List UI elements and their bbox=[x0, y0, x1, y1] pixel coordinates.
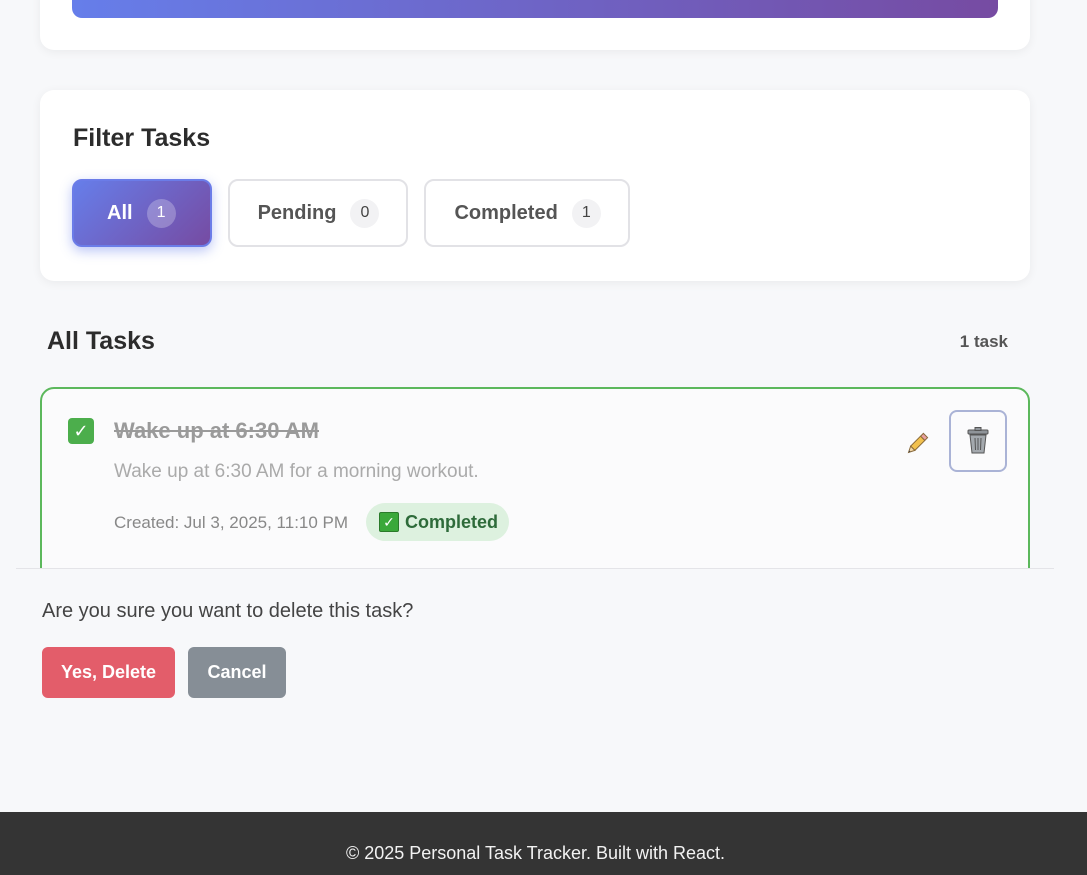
add-task-submit-button[interactable] bbox=[72, 0, 998, 18]
filter-completed-button[interactable]: Completed 1 bbox=[424, 179, 630, 247]
task-item: ✓ Wake up at 6:30 AM Wake up at 6:30 AM … bbox=[40, 387, 1030, 568]
add-task-card bbox=[40, 0, 1030, 50]
filter-pending-count: 0 bbox=[350, 198, 380, 228]
footer: © 2025 Personal Task Tracker. Built with… bbox=[0, 812, 1087, 875]
pencil-icon bbox=[907, 432, 929, 454]
task-created-date: Created: Jul 3, 2025, 11:10 PM bbox=[114, 513, 349, 532]
filter-card: Filter Tasks All 1 Pending 0 Completed 1 bbox=[40, 90, 1030, 281]
divider bbox=[16, 568, 1054, 569]
filter-completed-count: 1 bbox=[571, 198, 601, 228]
delete-confirm-message: Are you sure you want to delete this tas… bbox=[42, 600, 414, 622]
status-badge-label: Completed bbox=[405, 511, 499, 532]
filter-completed-label: Completed bbox=[454, 201, 558, 224]
filter-all-count: 1 bbox=[146, 198, 176, 228]
status-badge: ✓ Completed bbox=[366, 503, 510, 541]
edit-button[interactable] bbox=[900, 427, 934, 461]
filter-title: Filter Tasks bbox=[73, 124, 211, 152]
trash-icon bbox=[967, 427, 989, 454]
task-title: Wake up at 6:30 AM bbox=[114, 418, 319, 443]
footer-text: © 2025 Personal Task Tracker. Built with… bbox=[345, 843, 726, 863]
tasks-count: 1 task bbox=[959, 332, 1008, 351]
tasks-title: All Tasks bbox=[47, 327, 155, 355]
check-mark-icon: ✓ bbox=[379, 512, 399, 532]
filter-pending-button[interactable]: Pending 0 bbox=[227, 179, 409, 247]
filter-all-label: All bbox=[107, 201, 133, 224]
filter-all-button[interactable]: All 1 bbox=[72, 179, 212, 247]
cancel-delete-button[interactable]: Cancel bbox=[188, 647, 286, 698]
confirm-delete-button[interactable]: Yes, Delete bbox=[42, 647, 175, 698]
filter-buttons: All 1 Pending 0 Completed 1 bbox=[72, 179, 630, 247]
task-list: ✓ Wake up at 6:30 AM Wake up at 6:30 AM … bbox=[0, 386, 1087, 568]
filter-pending-label: Pending bbox=[257, 201, 337, 224]
delete-button[interactable] bbox=[949, 410, 1007, 472]
checkbox-checked-icon[interactable]: ✓ bbox=[68, 418, 94, 444]
task-description: Wake up at 6:30 AM for a morning workout… bbox=[114, 461, 479, 482]
